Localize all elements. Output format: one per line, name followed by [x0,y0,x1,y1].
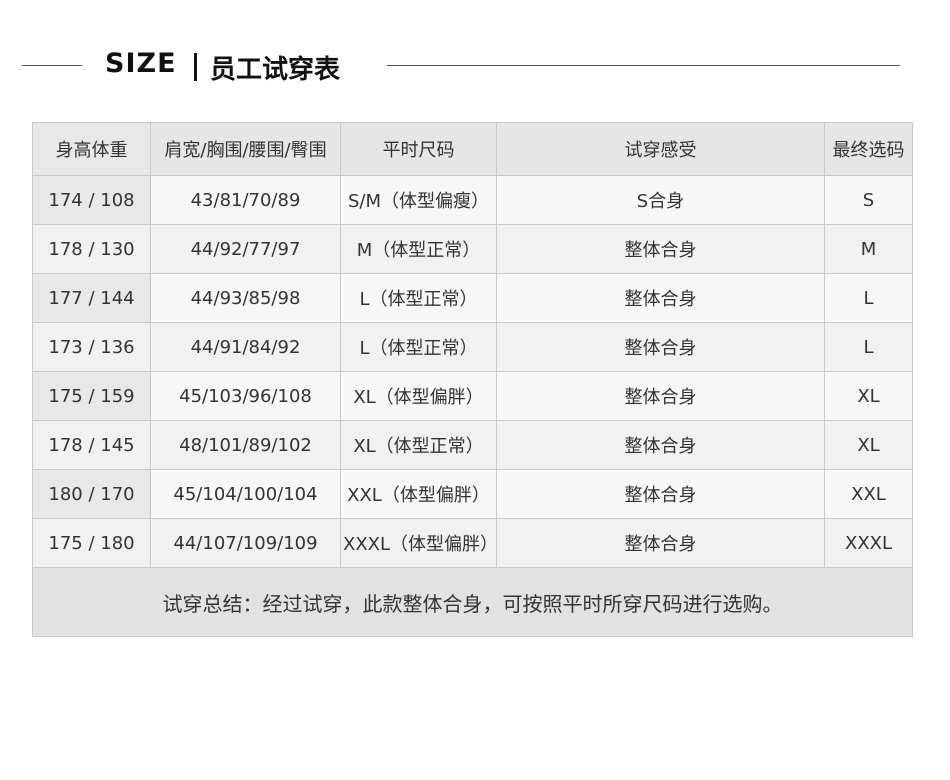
cell-measurements: 44/93/85/98 [150,273,341,323]
cell-usual-size: L（体型正常） [340,322,497,372]
cell-height-weight: 177 / 144 [32,273,151,323]
summary-row: 试穿总结：经过试穿，此款整体合身，可按照平时所穿尺码进行选购。 [32,567,913,637]
cell-fit-feeling: 整体合身 [496,273,825,323]
cell-final-size: M [824,224,913,274]
header-measurements: 肩宽/胸围/腰围/臀围 [150,122,341,176]
cell-usual-size: XL（体型正常） [340,420,497,470]
header-fit-feeling: 试穿感受 [496,122,825,176]
cell-fit-feeling: S合身 [496,175,825,225]
cell-final-size: XL [824,371,913,421]
cell-fit-feeling: 整体合身 [496,469,825,519]
cell-measurements: 44/107/109/109 [150,518,341,568]
cell-measurements: 43/81/70/89 [150,175,341,225]
trial-fit-table: 身高体重 肩宽/胸围/腰围/臀围 平时尺码 试穿感受 最终选码 174 / 10… [32,122,913,637]
cell-height-weight: 180 / 170 [32,469,151,519]
title-bar: SIZE 员工试穿表 [0,40,950,92]
table-row: 180 / 170 45/104/100/104 XXL（体型偏胖） 整体合身 … [32,469,913,519]
cell-height-weight: 175 / 180 [32,518,151,568]
cell-usual-size: L（体型正常） [340,273,497,323]
cell-fit-feeling: 整体合身 [496,371,825,421]
cell-final-size: XL [824,420,913,470]
cell-usual-size: XL（体型偏胖） [340,371,497,421]
header-usual-size: 平时尺码 [340,122,497,176]
table-header-row: 身高体重 肩宽/胸围/腰围/臀围 平时尺码 试穿感受 最终选码 [32,122,913,176]
cell-usual-size: S/M（体型偏瘦） [340,175,497,225]
cell-measurements: 44/92/77/97 [150,224,341,274]
title-size-word: SIZE [105,48,177,79]
title-rule-left [22,65,82,66]
table-row: 175 / 159 45/103/96/108 XL（体型偏胖） 整体合身 XL [32,371,913,421]
cell-measurements: 45/104/100/104 [150,469,341,519]
cell-final-size: S [824,175,913,225]
table-row: 175 / 180 44/107/109/109 XXXL（体型偏胖） 整体合身… [32,518,913,568]
cell-height-weight: 174 / 108 [32,175,151,225]
cell-final-size: L [824,273,913,323]
title-rule-right [387,65,900,66]
title-chinese: 员工试穿表 [210,55,341,85]
cell-measurements: 45/103/96/108 [150,371,341,421]
cell-height-weight: 178 / 145 [32,420,151,470]
cell-measurements: 44/91/84/92 [150,322,341,372]
cell-fit-feeling: 整体合身 [496,322,825,372]
header-final-size: 最终选码 [824,122,913,176]
cell-height-weight: 173 / 136 [32,322,151,372]
cell-fit-feeling: 整体合身 [496,518,825,568]
cell-height-weight: 175 / 159 [32,371,151,421]
trial-summary: 试穿总结：经过试穿，此款整体合身，可按照平时所穿尺码进行选购。 [32,567,913,637]
cell-height-weight: 178 / 130 [32,224,151,274]
cell-usual-size: XXXL（体型偏胖） [340,518,497,568]
table-row: 178 / 130 44/92/77/97 M（体型正常） 整体合身 M [32,224,913,274]
cell-final-size: L [824,322,913,372]
table-row: 174 / 108 43/81/70/89 S/M（体型偏瘦） S合身 S [32,175,913,225]
table-row: 178 / 145 48/101/89/102 XL（体型正常） 整体合身 XL [32,420,913,470]
cell-measurements: 48/101/89/102 [150,420,341,470]
header-height-weight: 身高体重 [32,122,151,176]
cell-usual-size: XXL（体型偏胖） [340,469,497,519]
cell-fit-feeling: 整体合身 [496,224,825,274]
cell-fit-feeling: 整体合身 [496,420,825,470]
title-separator [194,53,197,81]
cell-usual-size: M（体型正常） [340,224,497,274]
cell-final-size: XXXL [824,518,913,568]
table-row: 173 / 136 44/91/84/92 L（体型正常） 整体合身 L [32,322,913,372]
cell-final-size: XXL [824,469,913,519]
table-row: 177 / 144 44/93/85/98 L（体型正常） 整体合身 L [32,273,913,323]
